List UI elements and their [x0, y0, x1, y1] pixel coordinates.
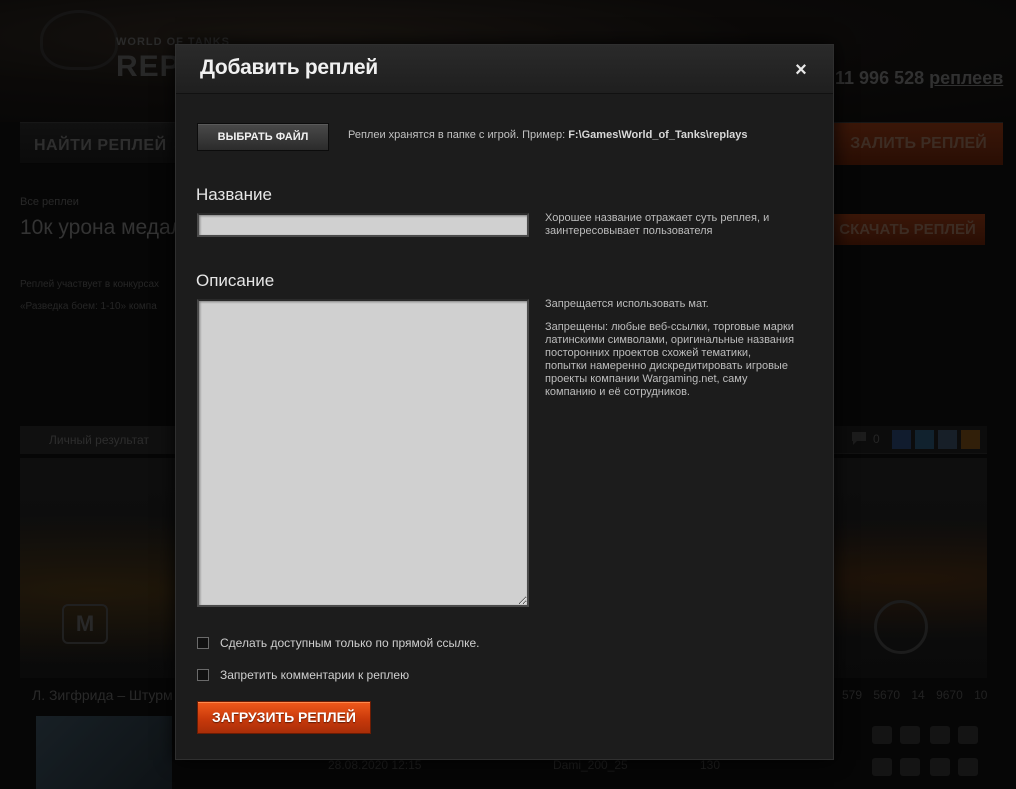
direct-link-option: Сделать доступным только по прямой ссылк… — [197, 635, 480, 651]
direct-link-label[interactable]: Сделать доступным только по прямой ссылк… — [220, 636, 480, 650]
add-replay-dialog: Добавить реплей × ВЫБРАТЬ ФАЙЛ Реплеи хр… — [175, 44, 834, 760]
dialog-header: Добавить реплей × — [176, 45, 833, 94]
disable-comments-label[interactable]: Запретить комментарии к реплею — [220, 668, 409, 682]
description-label: Описание — [196, 271, 275, 290]
dialog-title: Добавить реплей — [200, 56, 378, 79]
disable-comments-option: Запретить комментарии к реплею — [197, 667, 409, 683]
name-label: Название — [196, 185, 272, 204]
upload-replay-button[interactable]: ЗАГРУЗИТЬ РЕПЛЕЙ — [197, 701, 371, 734]
name-input[interactable] — [197, 213, 529, 237]
choose-file-button[interactable]: ВЫБРАТЬ ФАЙЛ — [197, 123, 329, 151]
description-hint-rules: Запрещены: любые веб-ссылки, торговые ма… — [545, 321, 795, 398]
name-hint: Хорошее название отражает суть реплея, и… — [545, 212, 770, 237]
file-hint-path: F:\Games\World_of_Tanks\replays — [568, 129, 748, 141]
close-icon[interactable]: × — [790, 59, 812, 81]
file-hint: Реплеи хранятся в папке с игрой. Пример:… — [348, 129, 748, 141]
description-textarea[interactable] — [197, 299, 529, 607]
direct-link-checkbox[interactable] — [197, 637, 209, 649]
disable-comments-checkbox[interactable] — [197, 669, 209, 681]
description-hint-profanity: Запрещается использовать мат. — [545, 298, 709, 310]
file-hint-text: Реплеи хранятся в папке с игрой. Пример: — [348, 129, 569, 141]
